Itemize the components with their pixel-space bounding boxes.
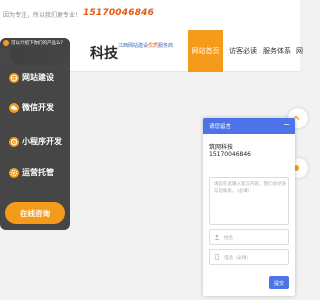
slogan-text: 因为专注，所以我们更专业！ bbox=[3, 12, 82, 19]
menu-item-operation[interactable]: 运营托管 bbox=[9, 165, 65, 181]
name-placeholder: 姓名 bbox=[224, 236, 233, 241]
submit-button[interactable]: 提交 bbox=[269, 276, 289, 289]
phone-field[interactable]: 电话（必填） bbox=[209, 249, 289, 265]
user-icon bbox=[214, 234, 220, 240]
phone-icon bbox=[215, 254, 219, 260]
menu-item-wechat[interactable]: 微信开发 bbox=[9, 100, 65, 116]
miniprogram-icon bbox=[9, 137, 19, 147]
menu-label: 运营托管 bbox=[22, 168, 54, 177]
phone-number[interactable]: 15170046846 bbox=[83, 8, 154, 18]
message-widget-header: 请您留言 − bbox=[203, 118, 295, 134]
globe-icon bbox=[9, 73, 19, 83]
phone-placeholder: 电话（必填） bbox=[224, 256, 251, 261]
menu-label: 微信开发 bbox=[22, 103, 54, 112]
minimize-button[interactable]: − bbox=[283, 120, 290, 129]
message-widget-title: 请您留言 bbox=[209, 124, 232, 130]
nav-item-visitor-guide[interactable]: 访客必读 bbox=[229, 46, 257, 56]
wechat-icon bbox=[9, 103, 19, 113]
gear-icon bbox=[9, 168, 19, 178]
company-name: 筑网科技 bbox=[209, 144, 234, 151]
menu-label: 网站建设 bbox=[22, 73, 54, 82]
nav-item-more[interactable]: 网 bbox=[296, 46, 303, 56]
message-widget: 请您留言 − 筑网科技 15170046846 请您在此输入留言内容，我们会尽快… bbox=[203, 118, 295, 296]
nav-item-home[interactable]: 网站首页 bbox=[188, 30, 223, 72]
name-field[interactable]: 姓名 bbox=[209, 229, 289, 245]
message-placeholder: 请您在此输入留言内容，我们会尽快与您联系。（必填） bbox=[214, 182, 286, 194]
help-icon bbox=[3, 40, 9, 46]
logo-text[interactable]: 科技 bbox=[90, 43, 118, 63]
header-tagline: 江西网站建设优质服务商 bbox=[118, 43, 174, 49]
menu-label: 小程序开发 bbox=[22, 137, 62, 146]
online-consult-button[interactable]: 在线咨询 bbox=[5, 202, 65, 224]
message-textarea[interactable]: 请您在此输入留言内容，我们会尽快与您联系。（必填） bbox=[209, 177, 289, 225]
panel-banner-text: 可以介绍下你们的产品么？ bbox=[11, 41, 65, 46]
nav-item-service-system[interactable]: 服务体系 bbox=[263, 46, 291, 56]
menu-item-miniprogram[interactable]: 小程序开发 bbox=[9, 134, 65, 150]
contact-phone: 15170046846 bbox=[209, 151, 251, 158]
menu-item-website[interactable]: 网站建设 bbox=[9, 70, 65, 86]
